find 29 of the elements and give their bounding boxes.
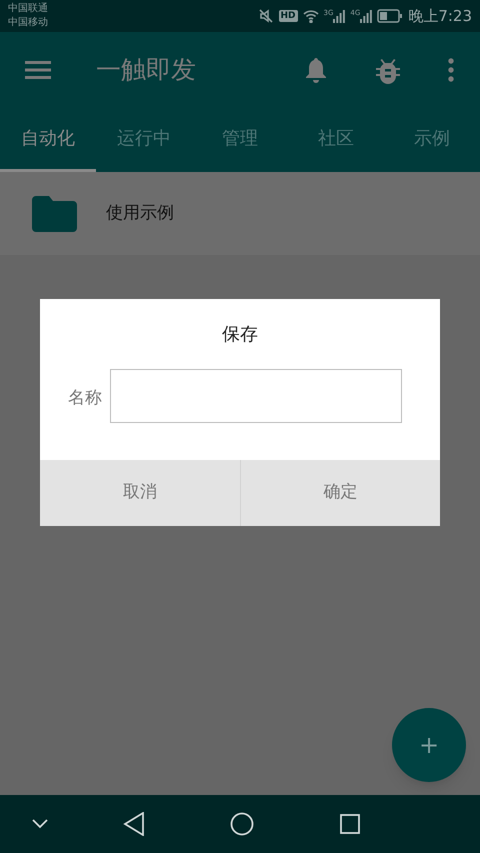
home-icon[interactable] bbox=[230, 812, 254, 836]
notification-bell-icon[interactable] bbox=[304, 57, 328, 83]
item-label: 使用示例 bbox=[106, 202, 174, 225]
chevron-down-icon[interactable] bbox=[32, 819, 48, 829]
carrier-name: 中国移动 bbox=[8, 16, 48, 30]
wifi-icon bbox=[302, 9, 319, 23]
tab[interactable]: 示例 bbox=[384, 108, 480, 172]
app-title: 一触即发 bbox=[96, 54, 196, 86]
name-input-field[interactable] bbox=[110, 369, 402, 423]
clock-time: 晚上7:23 bbox=[408, 6, 472, 27]
battery-icon bbox=[377, 9, 404, 23]
add-fab[interactable]: + bbox=[392, 708, 466, 782]
tab[interactable]: 社区 bbox=[288, 108, 384, 172]
menu-icon[interactable] bbox=[25, 60, 51, 80]
signal-icon bbox=[360, 9, 372, 23]
back-icon[interactable] bbox=[123, 812, 145, 836]
signal-icon bbox=[333, 9, 346, 23]
carrier-name: 中国联通 bbox=[8, 2, 48, 16]
dialog-title: 保存 bbox=[221, 323, 259, 347]
bug-icon[interactable] bbox=[374, 56, 402, 84]
field-label: 名称 bbox=[68, 387, 102, 410]
list-item[interactable]: 使用示例 bbox=[0, 172, 480, 255]
more-options-icon[interactable] bbox=[448, 58, 454, 82]
hd-icon: HD bbox=[278, 10, 298, 22]
folder-icon bbox=[32, 196, 77, 232]
tab[interactable]: 运行中 bbox=[96, 108, 192, 172]
mute-icon bbox=[258, 8, 274, 24]
tab[interactable]: 管理 bbox=[192, 108, 288, 172]
recent-apps-icon[interactable] bbox=[340, 814, 360, 834]
